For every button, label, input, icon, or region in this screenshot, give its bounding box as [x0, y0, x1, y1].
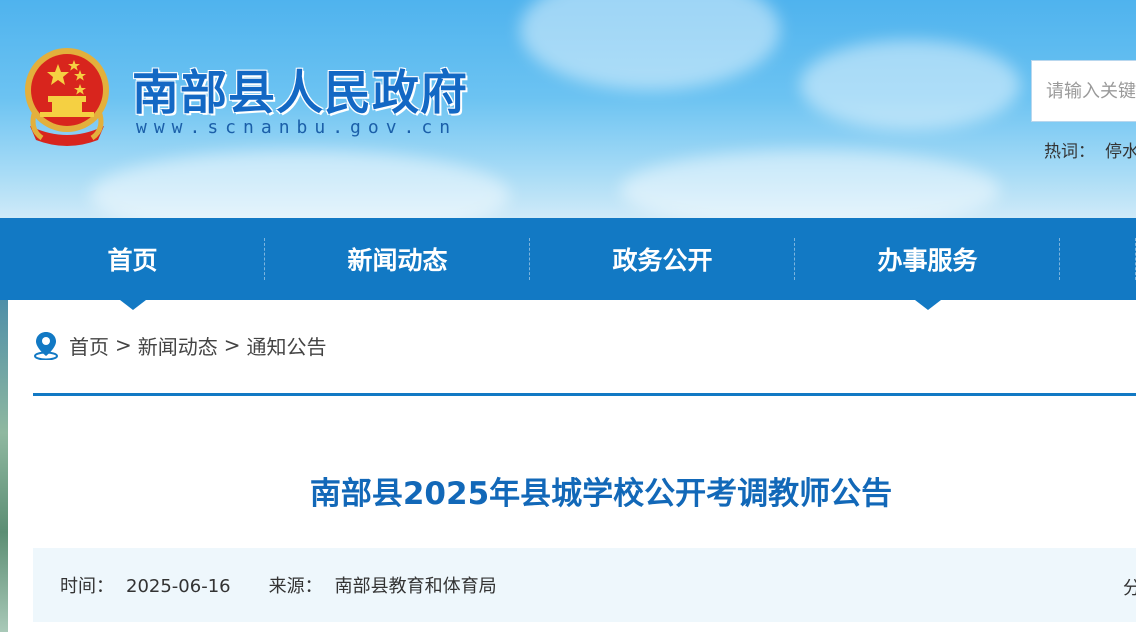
- nav-item-label: 政务公开: [612, 246, 713, 275]
- meta-source-label: 来源：: [268, 576, 323, 597]
- cloud-decoration: [90, 150, 510, 218]
- cloud-decoration: [620, 150, 1000, 218]
- search-box[interactable]: [1031, 60, 1136, 122]
- breadcrumb-separator: >: [223, 333, 241, 357]
- cloud-decoration: [520, 0, 780, 90]
- site-url: www.scnanbu.gov.cn: [136, 117, 458, 138]
- breadcrumb-news-link[interactable]: 新闻动态: [138, 331, 218, 360]
- main-nav: 首页 新闻动态 政务公开 办事服务: [0, 218, 1136, 310]
- hot-words-label: 热词：: [1044, 142, 1095, 162]
- site-header: 南部县人民政府 www.scnanbu.gov.cn 热词： 停水: [0, 0, 1136, 218]
- nav-item-label: 办事服务: [877, 246, 978, 275]
- meta-source: 来源： 南部县教育和体育局: [269, 572, 497, 598]
- share-label[interactable]: 分: [1123, 574, 1136, 600]
- nav-item-label: 新闻动态: [347, 246, 448, 275]
- breadcrumb: 首页 > 新闻动态 > 通知公告: [33, 330, 327, 360]
- meta-source-value: 南部县教育和体育局: [334, 576, 497, 597]
- cloud-decoration: [800, 40, 1020, 130]
- article-meta-bar: 时间： 2025-06-16 来源： 南部县教育和体育局 分: [33, 548, 1136, 622]
- nav-item-gov-affairs[interactable]: 政务公开: [530, 218, 795, 300]
- side-decoration-strip: [0, 300, 8, 632]
- meta-time-label: 时间：: [60, 576, 114, 597]
- breadcrumb-separator: >: [115, 333, 132, 357]
- hot-word-link[interactable]: 停水: [1105, 142, 1136, 162]
- breadcrumb-home-link[interactable]: 首页: [69, 331, 109, 360]
- nav-item-services[interactable]: 办事服务: [795, 218, 1060, 310]
- breadcrumb-notice-link[interactable]: 通知公告: [247, 331, 327, 360]
- meta-time-value: 2025-06-16: [126, 576, 231, 597]
- nav-item-home[interactable]: 首页: [0, 218, 265, 310]
- nav-item-news[interactable]: 新闻动态: [265, 218, 530, 300]
- site-title[interactable]: 南部县人民政府: [132, 54, 468, 123]
- nav-item-label: 首页: [107, 246, 158, 275]
- breadcrumb-divider: [33, 393, 1136, 396]
- meta-time: 时间： 2025-06-16: [60, 572, 231, 598]
- article-title: 南部县2025年县城学校公开考调教师公告: [309, 476, 893, 512]
- national-emblem-icon: [25, 48, 109, 146]
- nav-active-arrow-icon: [914, 300, 941, 310]
- nav-item-more[interactable]: [1060, 218, 1136, 300]
- search-input[interactable]: [1046, 80, 1136, 102]
- nav-active-arrow-icon: [119, 300, 146, 310]
- hot-words: 热词： 停水: [1044, 137, 1136, 162]
- location-pin-icon: [34, 332, 58, 360]
